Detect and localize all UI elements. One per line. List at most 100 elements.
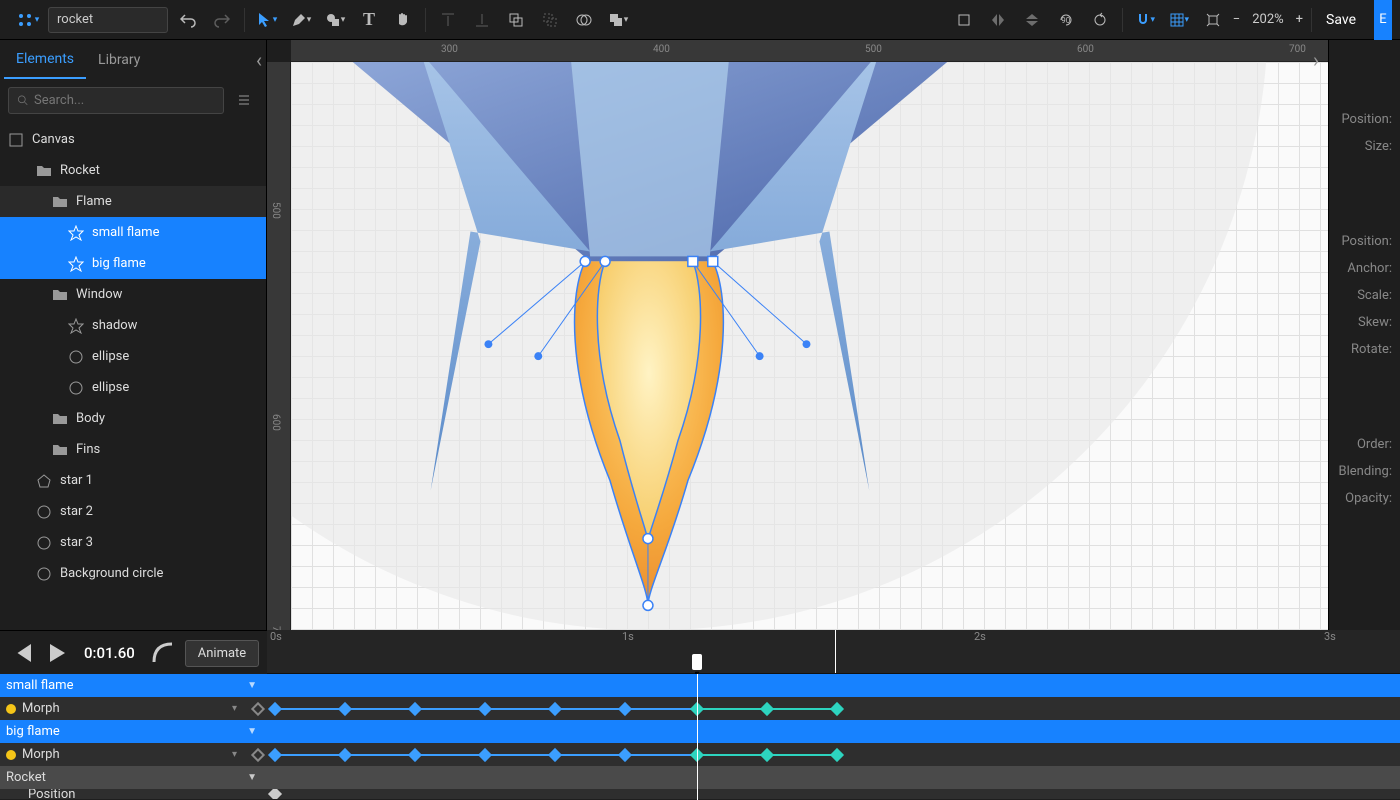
visibility-icon[interactable]	[10, 789, 22, 799]
tree-bg-circle[interactable]: Background circle	[0, 558, 266, 589]
select-tool-icon[interactable]: ▾	[253, 6, 281, 34]
rotate-icon[interactable]	[1086, 6, 1114, 34]
zoom-level: 202%	[1246, 12, 1289, 27]
pentagon-icon	[36, 473, 52, 489]
artboard-icon[interactable]	[950, 6, 978, 34]
tree-flame[interactable]: Flame	[0, 186, 266, 217]
circle-icon	[36, 535, 52, 551]
collapse-left-icon[interactable]: ‹	[256, 48, 262, 72]
rewind-button[interactable]	[10, 641, 34, 665]
boolean-icon[interactable]: ▾	[604, 6, 632, 34]
expand-right-icon[interactable]: ›	[1313, 48, 1319, 72]
prop-skew: Skew:	[1337, 315, 1392, 330]
redo-icon[interactable]	[208, 6, 236, 34]
layer-tree: Canvas Rocket Flame small flame big flam…	[0, 120, 266, 630]
track-morph-1[interactable]: Morph▾	[0, 697, 1400, 720]
undo-icon[interactable]	[174, 6, 202, 34]
easing-icon[interactable]	[151, 641, 175, 665]
tree-fins[interactable]: Fins	[0, 434, 266, 465]
ungroup-icon[interactable]	[536, 6, 564, 34]
snap-icon[interactable]: ▾	[1131, 6, 1159, 34]
flip-h-icon[interactable]	[984, 6, 1012, 34]
tree-star-3[interactable]: star 3	[0, 527, 266, 558]
star-icon	[68, 318, 84, 334]
export-button[interactable]: E	[1374, 0, 1392, 40]
record-icon	[6, 704, 16, 714]
project-name-input[interactable]	[48, 7, 168, 33]
prop-size: Size:	[1337, 139, 1392, 154]
app-menu-icon[interactable]: ▾	[14, 6, 42, 34]
folder-icon	[52, 411, 68, 427]
tree-small-flame[interactable]: small flame	[0, 217, 266, 248]
track-morph-2[interactable]: Morph▾	[0, 743, 1400, 766]
folder-icon	[36, 163, 52, 179]
keyframe-icon[interactable]	[251, 701, 265, 715]
canvas[interactable]: 300 400 500 600 700 500 600 700	[267, 40, 1328, 630]
grid-icon[interactable]: ▾	[1165, 6, 1193, 34]
pen-tool-icon[interactable]: ▾	[287, 6, 315, 34]
save-button[interactable]: Save	[1314, 6, 1368, 34]
timecode: 0:01.60	[78, 644, 141, 662]
tab-library[interactable]: Library	[86, 42, 152, 78]
tree-big-flame[interactable]: big flame	[0, 248, 266, 279]
prop-position2: Position:	[1337, 234, 1392, 249]
track-position[interactable]: Position	[0, 789, 1400, 799]
playhead-track-line	[697, 674, 698, 800]
timeline-ruler[interactable]: 0s 1s 2s 3s ↖	[267, 630, 1400, 674]
star-icon	[68, 256, 84, 272]
tree-rocket[interactable]: Rocket	[0, 155, 266, 186]
circle-icon	[36, 504, 52, 520]
record-icon	[6, 750, 16, 760]
tree-window[interactable]: Window	[0, 279, 266, 310]
prop-blending: Blending:	[1337, 464, 1392, 479]
circle-icon	[68, 349, 84, 365]
zoom-out-button[interactable]: −	[1233, 12, 1240, 27]
tree-canvas[interactable]: Canvas	[0, 124, 266, 155]
zoom-in-button[interactable]: +	[1296, 12, 1303, 27]
playhead-line[interactable]	[835, 630, 836, 673]
folder-icon	[52, 194, 68, 210]
mask-icon[interactable]	[570, 6, 598, 34]
prop-opacity: Opacity:	[1337, 491, 1392, 506]
track-big-flame[interactable]: big flame▼	[0, 720, 1400, 743]
prop-position: Position:	[1337, 112, 1392, 127]
prop-rotate: Rotate:	[1337, 342, 1392, 357]
tab-elements[interactable]: Elements	[4, 41, 86, 79]
tree-star-1[interactable]: star 1	[0, 465, 266, 496]
keyframe-icon[interactable]	[251, 747, 265, 761]
text-tool-icon[interactable]: T	[355, 6, 383, 34]
hand-tool-icon[interactable]	[389, 6, 417, 34]
ruler-vertical: 500 600 700	[267, 62, 291, 630]
top-toolbar: ▾ ▾ ▾ ▾ T ▾ 90 ▾ ▾ − 202% + Save E	[0, 0, 1400, 40]
shape-tool-icon[interactable]: ▾	[321, 6, 349, 34]
properties-panel: › Position: Size: Position: Anchor: Scal…	[1328, 40, 1400, 630]
canvas-artwork	[291, 62, 1328, 630]
folder-icon	[52, 287, 68, 303]
track-rocket[interactable]: Rocket▼	[0, 766, 1400, 789]
tree-ellipse-1[interactable]: ellipse	[0, 341, 266, 372]
tree-star-2[interactable]: star 2	[0, 496, 266, 527]
align-top-icon[interactable]	[434, 6, 462, 34]
tree-shadow[interactable]: shadow	[0, 310, 266, 341]
search-input[interactable]	[8, 87, 224, 114]
canvas-icon	[8, 132, 24, 148]
filter-icon[interactable]	[230, 86, 258, 114]
play-button[interactable]	[44, 641, 68, 665]
prop-anchor: Anchor:	[1337, 261, 1392, 276]
group-icon[interactable]	[502, 6, 530, 34]
rotate-90-icon[interactable]: 90	[1052, 6, 1080, 34]
circle-icon	[36, 566, 52, 582]
fit-icon[interactable]	[1199, 6, 1227, 34]
track-small-flame[interactable]: small flame▼	[0, 674, 1400, 697]
ruler-horizontal: 300 400 500 600 700	[291, 40, 1328, 62]
flip-v-icon[interactable]	[1018, 6, 1046, 34]
align-bottom-icon[interactable]	[468, 6, 496, 34]
tree-body[interactable]: Body	[0, 403, 266, 434]
elements-panel: Elements Library ‹ Canvas Rocket Flame s…	[0, 40, 267, 630]
animate-button[interactable]: Animate	[185, 640, 259, 667]
prop-scale: Scale:	[1337, 288, 1392, 303]
circle-icon	[68, 380, 84, 396]
prop-order: Order:	[1337, 437, 1392, 452]
tree-ellipse-2[interactable]: ellipse	[0, 372, 266, 403]
folder-icon	[52, 442, 68, 458]
